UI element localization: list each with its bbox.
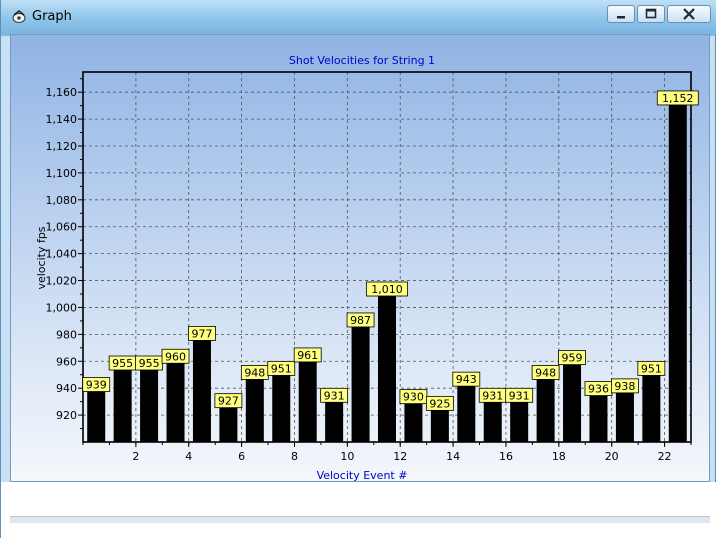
data-label: 951	[271, 362, 292, 375]
x-tick-label: 18	[552, 450, 566, 463]
x-axis-label: Velocity Event #	[317, 469, 408, 482]
bar	[272, 373, 291, 442]
data-label: 1,152	[662, 92, 694, 105]
data-label: 931	[324, 389, 345, 402]
x-tick-label: 4	[185, 450, 192, 463]
x-tick-label: 6	[238, 450, 245, 463]
graph-window: Graph 920 940 960 980 1,000 1,020 1,040 …	[0, 0, 716, 538]
y-tick-label: 1,160	[46, 86, 78, 99]
x-tick-label: 10	[340, 450, 354, 463]
data-label: 987	[350, 314, 371, 327]
data-label: 977	[191, 327, 212, 340]
y-tick-label: 1,020	[46, 275, 78, 288]
y-tick-label: 1,120	[46, 140, 78, 153]
bar	[563, 362, 582, 442]
y-tick-label: 980	[56, 328, 77, 341]
x-tick-label: 8	[291, 450, 298, 463]
y-tick-label: 1,080	[46, 194, 78, 207]
bar	[430, 408, 449, 442]
bar	[668, 102, 687, 442]
y-tick-label: 1,140	[46, 113, 78, 126]
bar	[325, 400, 344, 442]
data-label: 955	[112, 357, 133, 370]
data-label: 1,010	[371, 283, 403, 296]
data-label: 938	[614, 380, 635, 393]
data-label: 939	[86, 379, 107, 392]
y-tick-label: 940	[56, 382, 77, 395]
bar	[404, 401, 423, 442]
data-label: 951	[641, 362, 662, 375]
status-area	[1, 482, 716, 538]
data-label: 955	[139, 357, 160, 370]
bar	[642, 373, 661, 442]
bar	[536, 377, 555, 442]
bar	[378, 294, 396, 442]
bar	[351, 324, 370, 442]
bar	[589, 393, 608, 442]
x-tick-label: 22	[658, 450, 672, 463]
y-tick-label: 1,040	[46, 248, 78, 261]
x-tick-label: 20	[605, 450, 619, 463]
y-axis-label: velocity fps	[35, 226, 48, 289]
bar	[166, 361, 185, 442]
y-tick-label: 960	[56, 355, 77, 368]
data-label: 936	[588, 383, 609, 396]
chart-title: Shot Velocities for String 1	[289, 54, 435, 67]
bar	[615, 390, 634, 442]
bar	[245, 377, 264, 442]
status-divider	[10, 516, 710, 523]
bar	[298, 359, 317, 442]
bar	[113, 368, 132, 442]
data-label: 959	[562, 352, 583, 365]
bar-chart: 920 940 960 980 1,000 1,020 1,040 1,060 1,080 1,1…	[35, 54, 699, 482]
y-tick-label: 1,060	[46, 221, 78, 234]
y-tick-label: 1,100	[46, 167, 78, 180]
data-label: 948	[535, 366, 556, 379]
data-label: 931	[509, 389, 530, 402]
data-label: 943	[456, 373, 477, 386]
data-label: 927	[218, 395, 239, 408]
y-tick-label: 920	[56, 409, 77, 422]
y-tick-label: 1,000	[46, 301, 78, 314]
data-label: 925	[429, 397, 450, 410]
x-tick-label: 14	[446, 450, 460, 463]
bar	[457, 384, 476, 442]
data-label: 931	[482, 389, 503, 402]
x-tick-label: 16	[499, 450, 513, 463]
x-tick-label: 12	[393, 450, 407, 463]
data-label: 948	[244, 366, 265, 379]
bar	[140, 368, 159, 442]
x-tick-label: 2	[132, 450, 139, 463]
bar	[219, 405, 238, 442]
data-label: 961	[297, 349, 318, 362]
data-label: 960	[165, 350, 186, 363]
bar	[192, 338, 211, 442]
data-label: 930	[403, 391, 424, 404]
bar	[510, 400, 529, 442]
bar	[87, 389, 106, 442]
bar	[483, 400, 502, 442]
